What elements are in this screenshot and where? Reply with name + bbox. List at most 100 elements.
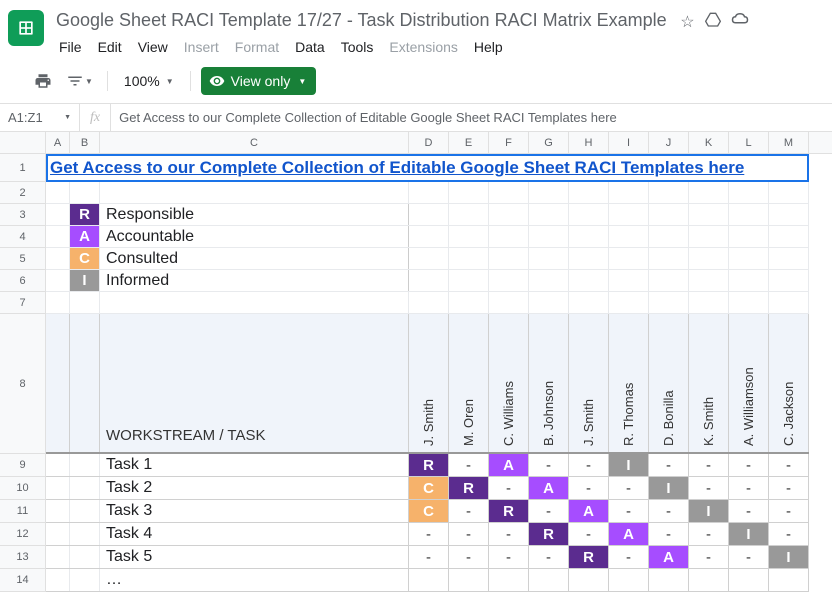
raci-cell[interactable]: C	[409, 477, 449, 499]
column-header[interactable]: E	[449, 132, 489, 153]
raci-cell[interactable]: -	[569, 523, 609, 545]
column-header[interactable]: K	[689, 132, 729, 153]
task-name[interactable]: Task 4	[100, 523, 409, 545]
raci-cell[interactable]: -	[769, 477, 809, 499]
raci-cell[interactable]	[489, 569, 529, 591]
row-header[interactable]: 9	[0, 454, 45, 477]
document-title[interactable]: Google Sheet RACI Template 17/27 - Task …	[52, 8, 671, 33]
raci-cell[interactable]: -	[449, 500, 489, 522]
column-header[interactable]: L	[729, 132, 769, 153]
raci-cell[interactable]: -	[449, 546, 489, 568]
raci-cell[interactable]: -	[489, 546, 529, 568]
raci-cell[interactable]: R	[489, 500, 529, 522]
raci-cell[interactable]: -	[689, 523, 729, 545]
task-name[interactable]: …	[100, 569, 409, 591]
raci-cell[interactable]: -	[569, 477, 609, 499]
collection-link[interactable]: Get Access to our Complete Collection of…	[46, 158, 744, 178]
column-header[interactable]: H	[569, 132, 609, 153]
column-header[interactable]: D	[409, 132, 449, 153]
column-header[interactable]: F	[489, 132, 529, 153]
raci-cell[interactable]	[569, 569, 609, 591]
star-icon[interactable]: ☆	[680, 12, 694, 33]
raci-cell[interactable]: I	[649, 477, 689, 499]
raci-cell[interactable]: I	[609, 454, 649, 476]
raci-cell[interactable]	[449, 569, 489, 591]
raci-cell[interactable]	[729, 569, 769, 591]
raci-cell[interactable]: -	[529, 454, 569, 476]
task-name[interactable]: Task 5	[100, 546, 409, 568]
legend-badge[interactable]: C	[70, 248, 100, 269]
menu-edit[interactable]: Edit	[91, 35, 129, 59]
raci-cell[interactable]: -	[729, 500, 769, 522]
raci-cell[interactable]: -	[729, 477, 769, 499]
column-header[interactable]: I	[609, 132, 649, 153]
raci-cell[interactable]: -	[609, 546, 649, 568]
raci-cell[interactable]: R	[449, 477, 489, 499]
row-header[interactable]: 6	[0, 270, 45, 292]
task-name[interactable]: Task 1	[100, 454, 409, 476]
menu-data[interactable]: Data	[288, 35, 332, 59]
row-header[interactable]: 10	[0, 477, 45, 500]
row-header[interactable]: 3	[0, 204, 45, 226]
raci-cell[interactable]: A	[489, 454, 529, 476]
raci-cell[interactable]: -	[569, 454, 609, 476]
column-header[interactable]: G	[529, 132, 569, 153]
row-header[interactable]: 4	[0, 226, 45, 248]
spreadsheet-grid[interactable]: ABCDEFGHIJKLM 1234567891011121314 Get Ac…	[0, 132, 832, 592]
raci-cell[interactable]: -	[489, 477, 529, 499]
raci-cell[interactable]: R	[409, 454, 449, 476]
raci-cell[interactable]: A	[609, 523, 649, 545]
menu-file[interactable]: File	[52, 35, 89, 59]
task-name[interactable]: Task 2	[100, 477, 409, 499]
raci-cell[interactable]: A	[569, 500, 609, 522]
raci-cell[interactable]: -	[609, 477, 649, 499]
raci-cell[interactable]: R	[569, 546, 609, 568]
raci-cell[interactable]: -	[689, 546, 729, 568]
legend-label[interactable]: Informed	[100, 270, 409, 291]
row-header[interactable]: 12	[0, 523, 45, 546]
raci-cell[interactable]: I	[729, 523, 769, 545]
raci-cell[interactable]: -	[729, 546, 769, 568]
raci-cell[interactable]: -	[409, 523, 449, 545]
column-header[interactable]: M	[769, 132, 809, 153]
raci-cell[interactable]: -	[689, 477, 729, 499]
raci-cell[interactable]: -	[649, 500, 689, 522]
raci-cell[interactable]: -	[449, 454, 489, 476]
column-header[interactable]: A	[46, 132, 70, 153]
row-header[interactable]: 1	[0, 154, 45, 182]
legend-label[interactable]: Consulted	[100, 248, 409, 269]
raci-cell[interactable]	[409, 569, 449, 591]
raci-cell[interactable]	[649, 569, 689, 591]
legend-label[interactable]: Accountable	[100, 226, 409, 247]
select-all-corner[interactable]	[0, 132, 46, 153]
column-header[interactable]: C	[100, 132, 409, 153]
raci-cell[interactable]: -	[409, 546, 449, 568]
formula-text[interactable]: Get Access to our Complete Collection of…	[111, 110, 625, 125]
raci-cell[interactable]: A	[529, 477, 569, 499]
menu-view[interactable]: View	[131, 35, 175, 59]
raci-cell[interactable]	[689, 569, 729, 591]
raci-cell[interactable]: -	[769, 454, 809, 476]
sheets-logo[interactable]	[8, 10, 44, 46]
raci-cell[interactable]: -	[489, 523, 529, 545]
print-icon[interactable]	[30, 68, 56, 94]
raci-cell[interactable]: I	[689, 500, 729, 522]
raci-cell[interactable]: -	[529, 500, 569, 522]
raci-cell[interactable]	[769, 569, 809, 591]
row-header[interactable]: 13	[0, 546, 45, 569]
legend-badge[interactable]: R	[70, 204, 100, 225]
row-header[interactable]: 5	[0, 248, 45, 270]
column-header[interactable]: J	[649, 132, 689, 153]
menu-help[interactable]: Help	[467, 35, 510, 59]
raci-cell[interactable]: -	[649, 523, 689, 545]
legend-label[interactable]: Responsible	[100, 204, 409, 225]
raci-cell[interactable]: -	[449, 523, 489, 545]
zoom-dropdown[interactable]: 100%	[118, 71, 180, 91]
raci-cell[interactable]: A	[649, 546, 689, 568]
raci-cell[interactable]: C	[409, 500, 449, 522]
raci-cell[interactable]	[609, 569, 649, 591]
raci-cell[interactable]	[529, 569, 569, 591]
raci-cell[interactable]: -	[769, 523, 809, 545]
raci-cell[interactable]: -	[769, 500, 809, 522]
legend-badge[interactable]: I	[70, 270, 100, 291]
